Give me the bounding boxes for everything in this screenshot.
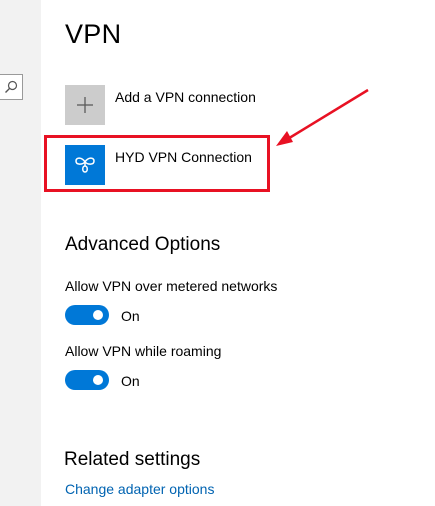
advanced-options-heading: Advanced Options xyxy=(65,234,221,255)
metered-networks-state: On xyxy=(121,308,140,324)
add-vpn-connection-label: Add a VPN connection xyxy=(115,89,256,105)
related-settings-heading: Related settings xyxy=(64,449,201,470)
toggle-knob xyxy=(93,375,103,385)
add-tile xyxy=(65,85,105,125)
roaming-state: On xyxy=(121,373,140,389)
add-vpn-connection-button[interactable]: Add a VPN connection xyxy=(65,85,285,125)
roaming-label: Allow VPN while roaming xyxy=(65,343,222,359)
page-title: VPN xyxy=(65,19,122,49)
search-button[interactable] xyxy=(0,74,23,100)
metered-networks-toggle[interactable] xyxy=(65,305,109,325)
roaming-toggle[interactable] xyxy=(65,370,109,390)
toggle-knob xyxy=(93,310,103,320)
sidebar xyxy=(0,0,41,506)
change-adapter-options-link[interactable]: Change adapter options xyxy=(65,481,214,497)
annotation-highlight-box xyxy=(44,135,270,192)
metered-networks-label: Allow VPN over metered networks xyxy=(65,278,278,294)
